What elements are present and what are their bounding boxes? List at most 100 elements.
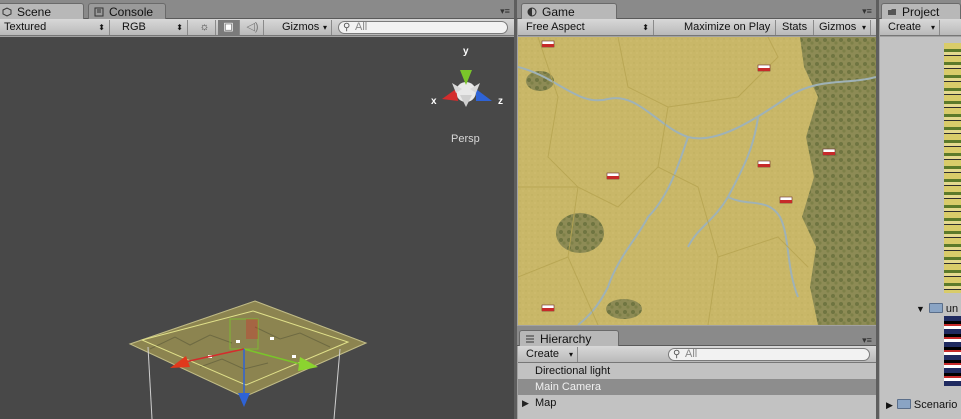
tab-hierarchy[interactable]: Hierarchy [519, 330, 619, 346]
scene-viewport[interactable]: y x z Persp [0, 37, 514, 419]
dropdown-arrow-icon: ⬍ [642, 23, 649, 32]
game-panel-menu-icon[interactable]: ▾≡ [861, 7, 873, 16]
sun-icon: ☼ [199, 21, 210, 33]
splitter-left[interactable] [514, 0, 517, 419]
dropdown-arrow-icon: ▾ [322, 23, 327, 32]
project-tabbar: Project [879, 0, 961, 19]
tab-game[interactable]: Game [521, 3, 617, 19]
render-mode-value: Textured [4, 21, 47, 33]
stats-label: Stats [782, 21, 808, 33]
game-toolbar: Free Aspect ⬍ Maximize on Play Stats Giz… [518, 19, 876, 36]
tab-console[interactable]: Console [88, 3, 166, 19]
hierarchy-toolbar: Create ▾ ⚲ All [518, 346, 876, 363]
scene-panel-menu-icon[interactable]: ▾≡ [499, 7, 511, 16]
scene-search-placeholder: All [355, 21, 368, 33]
create-label: Create [888, 21, 922, 33]
asset-thumbnail-strip[interactable] [944, 43, 961, 293]
console-icon [94, 7, 104, 17]
hierarchy-item-label: Directional light [535, 365, 611, 377]
stats-toggle[interactable]: Stats [778, 20, 814, 35]
search-icon: ⚲ [673, 349, 681, 360]
foldout-arrow-icon[interactable]: ▼ [916, 304, 925, 314]
hierarchy-create-dropdown[interactable]: Create ▾ [522, 347, 578, 362]
scene-fx-toggle[interactable]: ▣ [218, 20, 240, 35]
hierarchy-panel-menu-icon[interactable]: ▾≡ [861, 336, 873, 345]
unity-editor: Scene Console ▾≡ Textured ⬍ RGB ⬍ ☼ ▣ ◁)… [0, 0, 961, 419]
scene-canvas: y x z [128, 46, 503, 419]
project-icon [888, 9, 896, 15]
maximize-on-play-toggle[interactable]: Maximize on Play [680, 20, 776, 35]
dropdown-arrow-icon: ⬍ [176, 23, 183, 32]
tab-project[interactable]: Project [881, 3, 961, 19]
aspect-dropdown[interactable]: Free Aspect ⬍ [522, 20, 654, 35]
game-gizmos-dropdown[interactable]: Gizmos ▾ [815, 20, 871, 35]
search-icon: ⚲ [343, 22, 351, 33]
project-toolbar: Create ▾ [880, 19, 961, 36]
create-label: Create [526, 348, 560, 360]
hierarchy-search-placeholder: All [685, 348, 698, 360]
lighting-toggle[interactable]: ☼ [194, 20, 216, 35]
dropdown-arrow-icon: ▾ [861, 23, 866, 32]
game-icon [527, 7, 537, 17]
forest-patch [556, 213, 604, 253]
aspect-value: Free Aspect [526, 21, 585, 33]
unit-marker[interactable] [757, 160, 771, 168]
unit-marker[interactable] [541, 40, 555, 48]
unit-marker[interactable] [606, 172, 620, 180]
hierarchy-search-input[interactable]: ⚲ All [668, 348, 870, 361]
audio-toggle[interactable]: ◁) [242, 20, 264, 35]
hierarchy-item-directional-light[interactable]: Directional light [518, 363, 876, 379]
map-render [518, 37, 876, 325]
unit-marker[interactable] [541, 304, 555, 312]
asset-thumbnail-strip[interactable] [944, 316, 961, 386]
axis-z-label: z [498, 96, 503, 107]
folder-icon [928, 303, 943, 313]
folder-label: un [945, 303, 959, 315]
hierarchy-icon [526, 335, 534, 343]
tab-hierarchy-label: Hierarchy [540, 332, 592, 346]
hierarchy-tabbar: Hierarchy ▾≡ [517, 326, 876, 346]
foldout-arrow-icon[interactable]: ▶ [886, 400, 893, 410]
project-folder-scenario[interactable]: ▶ Scenario [886, 397, 957, 413]
scene-tabbar: Scene Console ▾≡ [0, 0, 514, 19]
color-mode-dropdown[interactable]: RGB ⬍ [118, 20, 188, 35]
forest-patch [606, 299, 642, 319]
tab-console-label: Console [109, 5, 154, 19]
project-create-dropdown[interactable]: Create ▾ [884, 20, 940, 35]
tab-scene-label: Scene [17, 5, 52, 19]
speaker-icon: ◁) [246, 21, 259, 33]
render-mode-dropdown[interactable]: Textured ⬍ [0, 20, 110, 35]
scene-search-input[interactable]: ⚲ All [338, 21, 508, 34]
view-mode-label[interactable]: Persp [451, 133, 480, 145]
tab-game-label: Game [542, 5, 575, 19]
hierarchy-item-map[interactable]: ▶ Map [518, 395, 876, 411]
folder-label: Scenario [913, 399, 958, 411]
scene-icon [2, 7, 12, 17]
project-folder-un[interactable]: ▼ un [916, 301, 958, 317]
gizmos-label: Gizmos [819, 21, 857, 33]
splitter-right[interactable] [876, 0, 879, 419]
unit-marker[interactable] [779, 196, 793, 204]
dropdown-arrow-icon: ▾ [930, 23, 935, 32]
dropdown-arrow-icon: ▾ [568, 350, 573, 359]
game-viewport[interactable] [518, 37, 876, 325]
color-mode-value: RGB [122, 21, 146, 33]
foldout-arrow-icon[interactable]: ▶ [522, 395, 529, 411]
scene-toolbar: Textured ⬍ RGB ⬍ ☼ ▣ ◁) Gizmos ▾ ⚲ All [0, 19, 514, 36]
image-icon: ▣ [223, 21, 234, 33]
orientation-gizmo[interactable]: y x z [431, 46, 503, 107]
scene-gizmos-dropdown[interactable]: Gizmos ▾ [278, 20, 332, 35]
folder-icon [896, 399, 911, 409]
unit-marker[interactable] [822, 148, 836, 156]
hierarchy-item-label: Map [535, 397, 557, 409]
hierarchy-item-main-camera[interactable]: Main Camera [518, 379, 876, 395]
axis-y-label: y [463, 46, 469, 57]
axis-x-label: x [431, 96, 437, 107]
unit-marker[interactable] [757, 64, 771, 72]
tab-scene[interactable]: Scene [0, 3, 84, 19]
hierarchy-list: Directional light Main Camera ▶ Map [518, 363, 876, 419]
gizmos-label: Gizmos [282, 21, 320, 33]
hierarchy-item-label: Main Camera [535, 381, 602, 393]
game-tabbar: Game ▾≡ [517, 0, 876, 19]
dropdown-arrow-icon: ⬍ [98, 23, 105, 32]
